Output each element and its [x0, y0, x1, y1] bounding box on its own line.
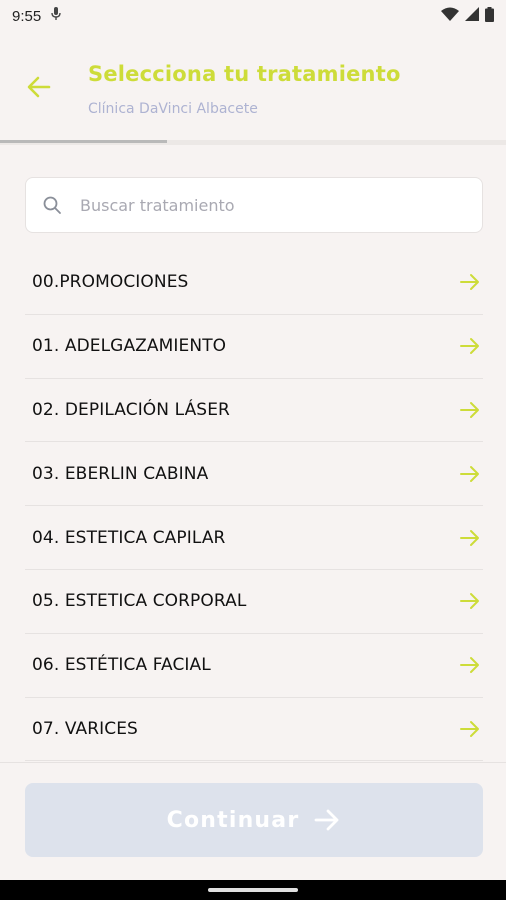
treatment-label: 04. ESTETICA CAPILAR: [32, 527, 226, 548]
list-item[interactable]: 05. ESTETICA CORPORAL: [25, 570, 483, 634]
arrow-right-icon: [315, 809, 339, 831]
header: Selecciona tu tratamiento Clínica DaVinc…: [0, 32, 506, 140]
clinic-subtitle: Clínica DaVinci Albacete: [88, 101, 258, 117]
list-item[interactable]: 03. EBERLIN CABINA: [25, 442, 483, 507]
list-item[interactable]: 06. ESTÉTICA FACIAL: [25, 634, 483, 698]
arrow-left-icon: [27, 76, 51, 98]
page-title: Selecciona tu tratamiento: [88, 62, 401, 86]
footer-divider: [0, 762, 506, 763]
arrow-right-icon: [460, 338, 479, 355]
arrow-right-icon: [460, 401, 479, 418]
list-item[interactable]: 07. VARICES: [25, 698, 483, 762]
search-input[interactable]: [80, 195, 482, 215]
arrow-right-icon: [460, 274, 479, 291]
progress-fill: [0, 140, 167, 143]
treatment-label: 02. DEPILACIÓN LÁSER: [32, 399, 230, 420]
treatment-label: 00.PROMOCIONES: [32, 272, 189, 293]
list-item[interactable]: 04. ESTETICA CAPILAR: [25, 506, 483, 570]
list-item[interactable]: 00.PROMOCIONES: [25, 251, 483, 315]
continue-button[interactable]: Continuar: [25, 783, 483, 857]
treatment-label: 03. EBERLIN CABINA: [32, 463, 209, 484]
continue-label: Continuar: [166, 807, 300, 833]
treatment-label: 07. VARICES: [32, 718, 138, 739]
progress-bar: [0, 140, 506, 145]
search-box[interactable]: [25, 177, 483, 233]
arrow-right-icon: [460, 593, 479, 610]
battery-icon: [485, 6, 494, 26]
treatment-label: 01. ADELGAZAMIENTO: [32, 336, 227, 357]
back-button[interactable]: [24, 72, 54, 102]
system-nav-bar: [0, 880, 506, 900]
arrow-right-icon: [460, 529, 479, 546]
status-time: 9:55: [12, 7, 42, 25]
home-indicator[interactable]: [208, 888, 298, 892]
arrow-right-icon: [460, 720, 479, 737]
treatment-label: 05. ESTETICA CORPORAL: [32, 591, 247, 612]
treatment-list: 00.PROMOCIONES 01. ADELGAZAMIENTO 02. DEPI…: [25, 251, 483, 762]
list-item[interactable]: 01. ADELGAZAMIENTO: [25, 315, 483, 379]
search-icon: [43, 196, 61, 214]
wifi-icon: [441, 7, 459, 25]
arrow-right-icon: [460, 657, 479, 674]
treatment-label: 06. ESTÉTICA FACIAL: [32, 655, 211, 676]
signal-icon: [465, 7, 479, 25]
list-item[interactable]: 02. DEPILACIÓN LÁSER: [25, 379, 483, 443]
status-bar: 9:55: [0, 0, 506, 32]
arrow-right-icon: [460, 465, 479, 482]
mic-icon: [51, 7, 61, 25]
